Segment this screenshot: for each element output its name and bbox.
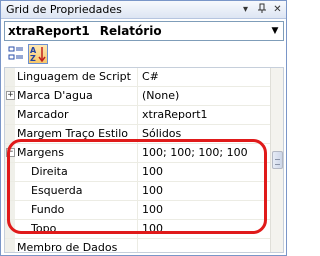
- property-row-esquerda[interactable]: Esquerda 100: [5, 182, 271, 201]
- property-value[interactable]: [142, 239, 270, 252]
- property-row-fundo[interactable]: Fundo 100: [5, 201, 271, 220]
- title-bar: Grid de Propriedades ▾ ✕: [1, 1, 286, 19]
- column-divider: [137, 201, 138, 219]
- column-divider: [137, 125, 138, 143]
- property-value[interactable]: 100: [142, 201, 270, 219]
- dropdown-icon[interactable]: ▾: [239, 3, 252, 16]
- property-value[interactable]: 100: [142, 163, 270, 181]
- property-row-topo[interactable]: Topo 100: [5, 220, 271, 239]
- property-value[interactable]: 100: [142, 182, 270, 200]
- column-divider: [137, 144, 138, 162]
- categorized-icon: [8, 46, 23, 60]
- property-row-membro-de-dados[interactable]: Membro de Dados: [5, 239, 271, 253]
- property-row-linguagem-de-script[interactable]: Linguagem de Script C#: [5, 68, 271, 87]
- window-title: Grid de Propriedades: [6, 3, 122, 16]
- property-row-margem-traco-estilo[interactable]: Margem Traço Estilo Sólidos: [5, 125, 271, 144]
- property-name: Margens: [17, 146, 65, 159]
- column-divider: [137, 87, 138, 105]
- column-divider: [137, 182, 138, 200]
- pin-icon[interactable]: [255, 3, 268, 16]
- property-value[interactable]: Sólidos: [142, 125, 270, 143]
- title-bar-buttons: ▾ ✕: [239, 3, 284, 17]
- expand-icon[interactable]: +: [6, 91, 15, 100]
- property-name: Marca D'agua: [17, 89, 93, 102]
- close-icon[interactable]: ✕: [271, 3, 284, 16]
- chevron-down-icon[interactable]: ▼: [267, 22, 283, 40]
- property-name: Marcador: [17, 108, 69, 121]
- object-type: Relatório: [99, 24, 162, 38]
- property-name: Margem Traço Estilo: [17, 127, 128, 140]
- property-row-marca-dagua[interactable]: + Marca D'agua (None): [5, 87, 271, 106]
- grid-toolbar: A Z: [4, 43, 284, 65]
- property-grid-window: Grid de Propriedades ▾ ✕ xtraReport1 Rela…: [0, 0, 287, 256]
- property-name: Fundo: [31, 203, 65, 216]
- property-grid: Linguagem de Script C# + Marca D'agua (N…: [4, 67, 284, 253]
- property-row-direita[interactable]: Direita 100: [5, 163, 271, 182]
- property-name: Linguagem de Script: [17, 70, 131, 83]
- property-value[interactable]: 100: [142, 220, 270, 238]
- property-name: Esquerda: [31, 184, 83, 197]
- column-divider: [137, 106, 138, 124]
- property-value[interactable]: C#: [142, 68, 270, 86]
- alphabetical-button[interactable]: A Z: [28, 44, 48, 64]
- vertical-scrollbar[interactable]: [270, 68, 283, 252]
- collapse-icon[interactable]: −: [6, 148, 15, 157]
- column-divider: [137, 68, 138, 86]
- column-divider: [137, 239, 138, 252]
- object-selector[interactable]: xtraReport1 Relatório ▼: [4, 21, 284, 41]
- scrollbar-thumb[interactable]: [272, 151, 283, 169]
- column-divider: [137, 220, 138, 238]
- object-selector-label: xtraReport1 Relatório: [8, 24, 162, 38]
- property-row-marcador[interactable]: Marcador xtraReport1: [5, 106, 271, 125]
- property-name: Membro de Dados: [17, 241, 118, 253]
- categorized-button[interactable]: [6, 44, 26, 64]
- object-name: xtraReport1: [8, 24, 90, 38]
- alphabetical-sort-icon: A Z: [30, 46, 46, 63]
- property-row-margens[interactable]: − Margens 100; 100; 100; 100: [5, 144, 271, 163]
- property-value[interactable]: (None): [142, 87, 270, 105]
- property-name: Topo: [31, 222, 57, 235]
- property-value[interactable]: 100; 100; 100; 100: [142, 144, 270, 162]
- property-name: Direita: [31, 165, 68, 178]
- column-divider: [137, 163, 138, 181]
- svg-text:Z: Z: [30, 54, 36, 63]
- property-value[interactable]: xtraReport1: [142, 106, 270, 124]
